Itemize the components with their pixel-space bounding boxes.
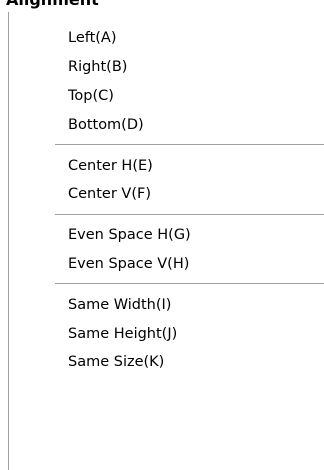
menu-item-label: Same Height(J) [68,325,178,342]
menu-items: Left(A) Right(B) Top(C) Bottom(D) Center… [9,24,324,377]
screen: Alignment Left(A) Right(B) Top(C) Bottom… [0,0,324,470]
menu-separator [9,209,324,221]
menu-item-center-h[interactable]: Center H(E) [9,151,324,180]
menu-item-left[interactable]: Left(A) [9,24,324,53]
menu-separator [9,278,324,290]
menu-item-right[interactable]: Right(B) [9,53,324,82]
menu-item-same-width[interactable]: Same Width(I) [9,290,324,319]
menu-item-label: Left(A) [68,30,117,47]
menu-item-even-space-v[interactable]: Even Space V(H) [9,250,324,279]
menu-item-same-height[interactable]: Same Height(J) [9,319,324,348]
menu-item-label: Right(B) [68,59,128,76]
menu-item-label: Even Space V(H) [68,255,190,272]
menu-item-label: Even Space H(G) [68,227,191,244]
menu-item-label: Center V(F) [68,186,151,203]
menu-item-bottom[interactable]: Bottom(D) [9,110,324,139]
menu-item-label: Bottom(D) [68,116,144,133]
menu-separator [9,139,324,151]
menu-item-same-size[interactable]: Same Size(K) [9,348,324,377]
context-menu: Left(A) Right(B) Top(C) Bottom(D) Center… [8,12,324,470]
parent-menu-label: Alignment [6,0,99,9]
menu-item-label: Center H(E) [68,157,153,174]
menu-item-top[interactable]: Top(C) [9,82,324,111]
menu-item-even-space-h[interactable]: Even Space H(G) [9,221,324,250]
menu-item-label: Same Size(K) [68,354,165,371]
menu-item-label: Top(C) [68,87,114,104]
menu-item-label: Same Width(I) [68,296,172,313]
menu-item-center-v[interactable]: Center V(F) [9,180,324,209]
